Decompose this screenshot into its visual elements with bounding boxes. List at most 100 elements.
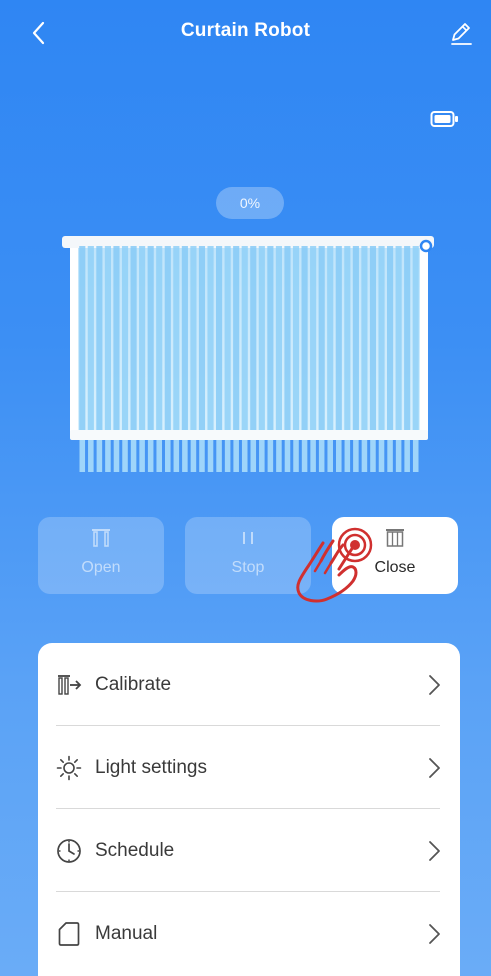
edit-button[interactable] (446, 18, 476, 48)
menu-item-label: Manual (95, 922, 158, 944)
curtain-fringe (199, 440, 205, 472)
curtain-slat (130, 246, 137, 432)
curtain-slat (250, 246, 257, 432)
curtain-open-icon (90, 527, 112, 549)
curtain-fringe (79, 440, 86, 472)
curtain-slat (147, 246, 154, 432)
curtain-slat (318, 246, 325, 432)
curtain-slat (173, 246, 180, 432)
pause-icon (237, 527, 259, 549)
close-button[interactable]: Close (332, 517, 458, 594)
curtain-slat (292, 246, 300, 432)
open-button-label: Open (81, 559, 121, 576)
curtain-fringe (190, 440, 197, 472)
curtain-slat (352, 246, 359, 432)
curtain-fringe (224, 440, 231, 472)
curtain-slat (156, 246, 163, 432)
curtain-slat (369, 246, 377, 432)
menu-item-label: Calibrate (95, 673, 172, 695)
menu-item-manual[interactable]: Manual (38, 892, 460, 975)
curtain-fringe (105, 440, 111, 472)
curtain-slat (121, 246, 129, 432)
curtain-slat (258, 246, 265, 432)
curtain-fringe (96, 440, 103, 472)
chevron-right-icon (429, 840, 440, 861)
curtain-slat (113, 246, 120, 432)
curtain-fringe (113, 440, 120, 472)
curtain-slat (361, 246, 368, 432)
curtain-slat (96, 246, 103, 432)
curtain-fringe (353, 440, 359, 472)
curtain-fringe (293, 440, 299, 472)
curtain-preview[interactable] (56, 232, 440, 482)
curtain-fringe (310, 440, 316, 472)
menu-item-label: Light settings (95, 756, 207, 778)
curtain-fringe (241, 440, 248, 472)
curtain-fringe (182, 440, 188, 472)
curtain-slat (104, 246, 111, 432)
curtain-slat (241, 246, 248, 432)
curtain-fringe (344, 440, 351, 472)
curtain-fringe (156, 440, 162, 472)
calibrate-icon (56, 672, 82, 698)
curtain-fringe (130, 440, 137, 472)
document-icon (56, 921, 82, 947)
curtain-fringe (370, 440, 376, 472)
curtain-fringe (88, 440, 94, 472)
curtain-slat (207, 246, 214, 432)
page-title: Curtain Robot (180, 20, 311, 41)
curtain-slat (224, 246, 231, 432)
open-button[interactable]: Open (38, 517, 164, 594)
menu-item-label: Schedule (95, 839, 175, 861)
curtain-slat (198, 246, 206, 432)
curtain-slat (404, 246, 411, 432)
position-percent-badge: 0% (216, 187, 284, 219)
curtain-slat (267, 246, 274, 432)
chevron-right-icon (429, 674, 440, 695)
curtain-fringe (284, 440, 291, 472)
curtain-fringe (378, 440, 385, 472)
curtain-slat (387, 246, 394, 432)
curtain-slat (190, 246, 197, 432)
sun-icon (56, 755, 82, 781)
settings-menu: Calibrate Light settings Schedule Manual (38, 643, 460, 976)
stop-button[interactable]: Stop (185, 517, 311, 594)
curtain-slat (275, 246, 282, 432)
curtain-close-icon (384, 527, 406, 549)
curtain-fringe (318, 440, 325, 472)
curtain-slat (378, 246, 385, 432)
curtain-slat (139, 246, 146, 432)
curtain-fringe (276, 440, 282, 472)
curtain-fringe (387, 440, 393, 472)
curtain-fringe (259, 440, 265, 472)
close-button-label: Close (374, 559, 416, 576)
curtain-fringe (165, 440, 171, 472)
curtain-slat (164, 246, 171, 432)
curtain-fringe (147, 440, 154, 472)
curtain-fringe (301, 440, 308, 472)
menu-item-light-settings[interactable]: Light settings (38, 726, 460, 809)
curtain-fringe (412, 440, 419, 472)
chevron-right-icon (429, 923, 440, 944)
curtain-fringe (233, 440, 239, 472)
curtain-fringe (216, 440, 222, 472)
curtain-slat (284, 246, 291, 432)
curtain-slat (87, 246, 94, 432)
curtain-fringe (122, 440, 128, 472)
curtain-fringe (361, 440, 368, 472)
curtain-slat (233, 246, 240, 432)
curtain-slat (216, 246, 223, 432)
curtain-fringe (139, 440, 145, 472)
curtain-slat (181, 246, 188, 432)
curtain-fringe (327, 440, 333, 472)
menu-item-calibrate[interactable]: Calibrate (38, 643, 460, 726)
battery-icon (430, 111, 458, 127)
curtain-slat (327, 246, 334, 432)
stop-button-label: Stop (231, 559, 265, 576)
curtain-slat (344, 246, 351, 432)
curtain-fringe (250, 440, 257, 472)
curtain-fringe (404, 440, 410, 472)
menu-item-schedule[interactable]: Schedule (38, 809, 460, 892)
curtain-slat (79, 246, 86, 432)
curtain-fringe (267, 440, 274, 472)
